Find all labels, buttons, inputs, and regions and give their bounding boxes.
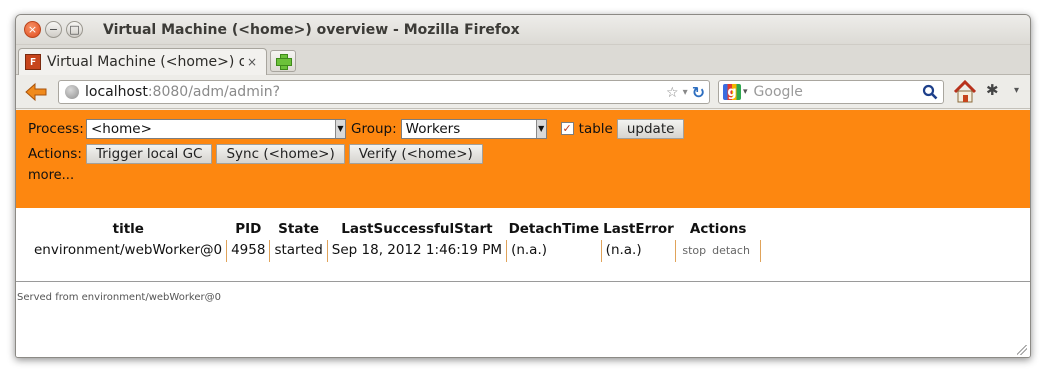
column-header-last-error: LastError bbox=[603, 221, 674, 237]
column-header-state: State bbox=[278, 221, 320, 237]
table-row: environment/webWorker@0 4958 started Sep… bbox=[30, 240, 761, 262]
toolbar-menu-caret-icon[interactable]: ▾ bbox=[1014, 85, 1019, 96]
column-header-last-successful-start: LastSuccessfulStart bbox=[341, 221, 493, 237]
column-header-actions: Actions bbox=[689, 221, 747, 237]
cell-last-successful-start: Sep 18, 2012 1:46:19 PM bbox=[327, 240, 508, 262]
url-bar[interactable]: localhost :8080/adm/admin? ☆ ▾ ↻ bbox=[58, 80, 710, 104]
browser-window: × − □ Virtual Machine (<home>) overview … bbox=[15, 14, 1031, 358]
process-label: Process: bbox=[28, 120, 84, 137]
detach-link[interactable]: detach bbox=[712, 244, 750, 257]
tab-label: Virtual Machine (<home>) ove... bbox=[47, 54, 244, 70]
search-engine-dropdown-icon[interactable]: ▾ bbox=[743, 87, 748, 97]
cell-pid: 4958 bbox=[226, 240, 271, 262]
title-bar: × − □ Virtual Machine (<home>) overview … bbox=[16, 15, 1030, 45]
window-controls: × − □ bbox=[24, 21, 83, 38]
plus-icon bbox=[276, 54, 292, 70]
footer-divider bbox=[16, 281, 1030, 282]
footer-text: Served from environment/webWorker@0 bbox=[17, 292, 221, 303]
process-select-value: <home> bbox=[91, 120, 152, 137]
process-row: Process: <home> ▼ Group: Workers ▼ ✓ tab… bbox=[28, 116, 1030, 141]
trigger-local-gc-button[interactable]: Trigger local GC bbox=[86, 143, 213, 164]
process-table: title PID State LastSuccessfulStart Deta… bbox=[30, 221, 761, 262]
firebug-icon[interactable]: ✱ bbox=[986, 81, 1006, 103]
verify-button[interactable]: Verify (<home>) bbox=[348, 143, 483, 164]
window-maximize-button[interactable]: □ bbox=[66, 21, 83, 38]
search-input[interactable]: Google bbox=[754, 84, 919, 100]
resize-grip-icon[interactable] bbox=[1017, 345, 1027, 355]
window-title: Virtual Machine (<home>) overview - Mozi… bbox=[103, 21, 520, 38]
group-select[interactable]: Workers ▼ bbox=[400, 118, 547, 139]
bookmark-star-icon[interactable]: ☆ bbox=[666, 85, 679, 101]
tab-bar: F Virtual Machine (<home>) ove... × bbox=[16, 45, 1030, 75]
cell-title: environment/webWorker@0 bbox=[30, 240, 228, 262]
new-tab-button[interactable] bbox=[270, 50, 296, 72]
search-engine-google-icon[interactable]: g bbox=[723, 84, 741, 100]
group-label: Group: bbox=[351, 120, 397, 137]
history-dropdown-icon[interactable]: ▾ bbox=[683, 87, 688, 98]
cell-actions: stop detach bbox=[675, 240, 761, 262]
page-content: Process: <home> ▼ Group: Workers ▼ ✓ tab… bbox=[16, 110, 1030, 357]
home-icon bbox=[953, 79, 977, 103]
process-select[interactable]: <home> ▼ bbox=[86, 118, 346, 139]
update-button[interactable]: update bbox=[616, 118, 685, 139]
actions-row: Actions: Trigger local GC Sync (<home>) … bbox=[28, 141, 1030, 166]
table-checkbox-label: table bbox=[578, 120, 613, 137]
url-host: localhost bbox=[85, 84, 148, 100]
globe-icon bbox=[65, 85, 79, 99]
app-favicon-icon: F bbox=[25, 54, 41, 70]
back-button[interactable] bbox=[22, 80, 50, 104]
cell-state: started bbox=[269, 240, 328, 262]
url-path: :8080/adm/admin? bbox=[147, 84, 281, 100]
stop-link[interactable]: stop bbox=[682, 244, 706, 257]
navigation-bar: localhost :8080/adm/admin? ☆ ▾ ↻ g ▾ Goo… bbox=[16, 75, 1030, 109]
column-header-title: title bbox=[112, 221, 144, 237]
control-panel: Process: <home> ▼ Group: Workers ▼ ✓ tab… bbox=[16, 110, 1030, 208]
sync-button[interactable]: Sync (<home>) bbox=[216, 143, 345, 164]
reload-icon[interactable]: ↻ bbox=[692, 83, 705, 102]
chevron-down-icon: ▼ bbox=[535, 119, 546, 138]
cell-detach-time: (n.a.) bbox=[506, 240, 602, 262]
magnifier-icon[interactable] bbox=[919, 82, 941, 102]
window-close-button[interactable]: × bbox=[24, 21, 41, 38]
group-select-value: Workers bbox=[405, 120, 461, 137]
chevron-down-icon: ▼ bbox=[335, 119, 345, 138]
table-checkbox[interactable]: ✓ bbox=[560, 122, 574, 135]
home-button[interactable] bbox=[952, 79, 978, 105]
tab-virtual-machine-overview[interactable]: F Virtual Machine (<home>) ove... × bbox=[18, 48, 267, 75]
url-bar-actions: ☆ ▾ ↻ bbox=[666, 83, 705, 102]
column-header-detach-time: DetachTime bbox=[508, 221, 600, 237]
search-bar[interactable]: g ▾ Google bbox=[718, 80, 944, 104]
column-header-pid: PID bbox=[235, 221, 262, 237]
window-minimize-button[interactable]: − bbox=[45, 21, 62, 38]
table-header-row: title PID State LastSuccessfulStart Deta… bbox=[30, 221, 760, 240]
more-link[interactable]: more... bbox=[28, 168, 1030, 183]
cell-last-error: (n.a.) bbox=[601, 240, 677, 262]
tab-close-icon[interactable]: × bbox=[244, 54, 260, 70]
actions-label: Actions: bbox=[28, 145, 82, 162]
back-arrow-icon bbox=[25, 82, 47, 101]
